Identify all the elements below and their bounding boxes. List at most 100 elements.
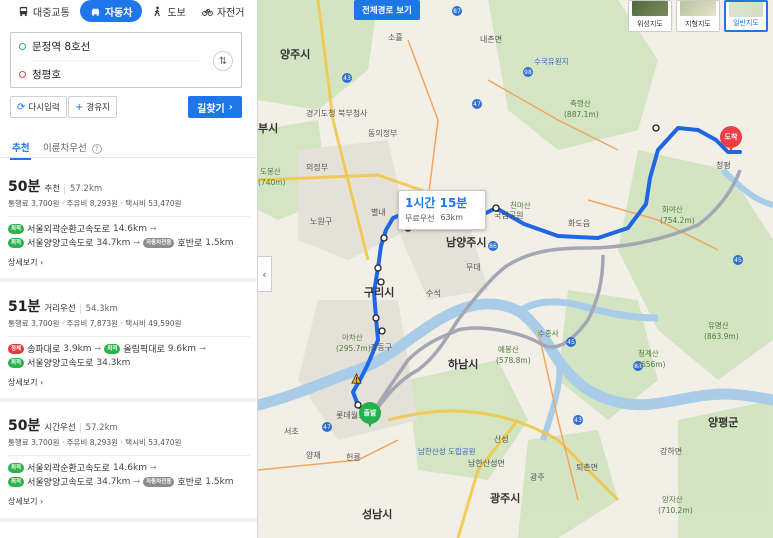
destination-field[interactable]: 청평호 [19,64,61,84]
bus-icon [19,6,28,16]
road-badge: 정체 [8,343,25,354]
road-distance: 3.9km [63,343,92,354]
road-segment: 최적 서울외곽순환고속도로 14.6km → [8,461,157,474]
tab-motorcycle[interactable]: 이륜차우선 ? [43,140,102,154]
label-guri: 구리시 [364,286,395,299]
label-dongilo: 동의정부 [368,129,398,138]
car-icon [91,8,99,16]
label-hwaam-h: (754.2m) [660,216,695,225]
road-name: 서울양양고속도로 [27,239,94,249]
svg-text:98: 98 [524,69,532,76]
option-divider [8,336,250,337]
label-sujongsa: 수종사 [538,329,559,338]
map-type-label: 지형지도 [685,20,711,28]
reset-label: 다시입력 [28,103,60,113]
full-route-button[interactable]: 전체경로 보기 [354,0,420,20]
mode-bike-label: 자전거 [216,7,245,19]
road-distance: 1.5km [205,476,234,487]
road-segment: 최적 서울외곽순환고속도로 14.6km → [8,222,157,235]
option-header: 51분 거리우선 54.3km [8,296,118,316]
option-distance: 57.2km [79,423,118,433]
collapse-panel-button[interactable]: ‹ [258,256,272,292]
mode-car[interactable]: 자동차 [79,0,143,22]
label-bu: 부시 [258,122,279,135]
detail-link[interactable]: 상세보기 › [8,377,43,388]
map-canvas[interactable]: 43 87 47 98 86 45 88 43 47 45 양주시 남양주시 구… [258,0,773,538]
start-marker[interactable]: 출발 [359,402,381,428]
route-actions: ⟳ 다시입력 + 경유지 길찾기 › [10,96,242,118]
help-icon[interactable]: ? [91,144,102,154]
road-badge: 최적 [8,223,25,234]
map-base: 43 87 47 98 86 45 88 43 47 45 [258,0,773,538]
road-segment: 최적 서울양양고속도로 34.3km [8,356,130,369]
road-name: 호반로 [177,239,203,249]
start-marker-tail [366,418,374,428]
find-route-button[interactable]: 길찾기 › [188,96,242,118]
label-sugukgongwon: 수국유원지 [534,57,569,66]
label-namyangju: 남양주시 [446,236,487,249]
option-divider [8,216,250,217]
label-nowon: 노원구 [310,217,333,226]
label-achasan-h: (295.7m) [336,344,371,353]
svg-text:43: 43 [343,75,351,82]
label-yebong-h: (578.8m) [496,356,531,365]
destination-dot-icon [19,70,26,78]
label-namhansanseong: 남한산성면 [468,459,505,468]
add-waypoint-button[interactable]: + 경유지 [68,96,117,118]
label-yumyeong-h: (863.9m) [704,332,739,341]
label-heonreung: 헌릉 [346,453,361,462]
route-summary-callout[interactable]: 1시간 15분 무료우선 63km [398,190,486,230]
option-distance: 54.3km [79,304,118,314]
origin-field[interactable]: 문정역 8호선 [19,36,90,56]
reset-button[interactable]: ⟳ 다시입력 [10,96,67,118]
option-header: 50분 시간우선 57.2km [8,415,118,435]
route-input-box: 문정역 8호선 청평호 ⇅ [10,32,242,88]
detail-link[interactable]: 상세보기 › [8,496,43,507]
road-badge: 최적 [8,237,25,248]
arrow-right-icon: → [133,238,141,247]
swap-arrows-icon: ⇅ [218,55,228,67]
tab-recommended[interactable]: 추천 [9,140,33,160]
mode-walk[interactable]: 도보 [146,0,191,22]
chevron-left-icon: ‹ [262,267,267,281]
map-type-normal[interactable]: 일반지도 [724,0,768,32]
road-segment: 최적 서울양양고속도로 34.7km → 자동차전용 호반로 1.5km [8,236,234,249]
label-hwaamsan: 화야산 [662,205,683,214]
directions-panel: 대중교통 자동차 도보 자전거 문정역 8호선 청평호 ⇅ ⟳ 다시입력 + 경… [0,0,258,538]
label-yangjae: 양재 [306,451,321,460]
end-marker[interactable]: 도착 [720,126,742,152]
option-time: 50분 [8,418,41,434]
road-distance: 34.7km [96,237,131,248]
label-chukryeong-h: (887.1m) [564,110,599,119]
arrow-right-icon: → [149,224,157,233]
mode-bike[interactable]: 자전거 [196,0,251,22]
map-type-terrain[interactable]: 지형지도 [676,0,720,32]
swap-route-button[interactable]: ⇅ [213,51,233,71]
road-segment: 정체 송파대로 3.9km → 최적 올림픽대로 9.6km → [8,342,206,355]
tab-motorcycle-label: 이륜차우선 [43,143,87,154]
road-badge: 최적 [8,462,25,473]
detail-label: 상세보기 [8,258,38,267]
label-uijeongbu: 의정부 [306,163,329,172]
svg-text:45: 45 [734,257,742,264]
chevron-right-icon: › [40,378,44,387]
refresh-icon: ⟳ [17,101,26,113]
route-divider [33,60,201,61]
option-type: 추천 [44,184,61,194]
detail-label: 상세보기 [8,497,38,506]
detail-link[interactable]: 상세보기 › [8,257,43,268]
svg-text:43: 43 [574,417,582,424]
label-mudae: 무대 [466,263,481,272]
origin-dot-icon [19,42,26,50]
road-name: 서울양양고속도로 [27,359,94,369]
label-suseok: 수석 [426,289,441,298]
label-soheul: 소흘 [388,33,403,42]
mode-transit[interactable]: 대중교통 [12,0,76,22]
label-cheongpyeong: 청평 [716,161,731,170]
map-type-satellite[interactable]: 위성지도 [628,0,672,32]
road-distance: 1.5km [205,237,234,248]
map-type-label: 위성지도 [637,20,663,28]
chevron-right-icon: › [228,101,233,113]
label-seongnam: 성남시 [362,508,393,521]
arrow-right-icon: → [199,344,206,353]
